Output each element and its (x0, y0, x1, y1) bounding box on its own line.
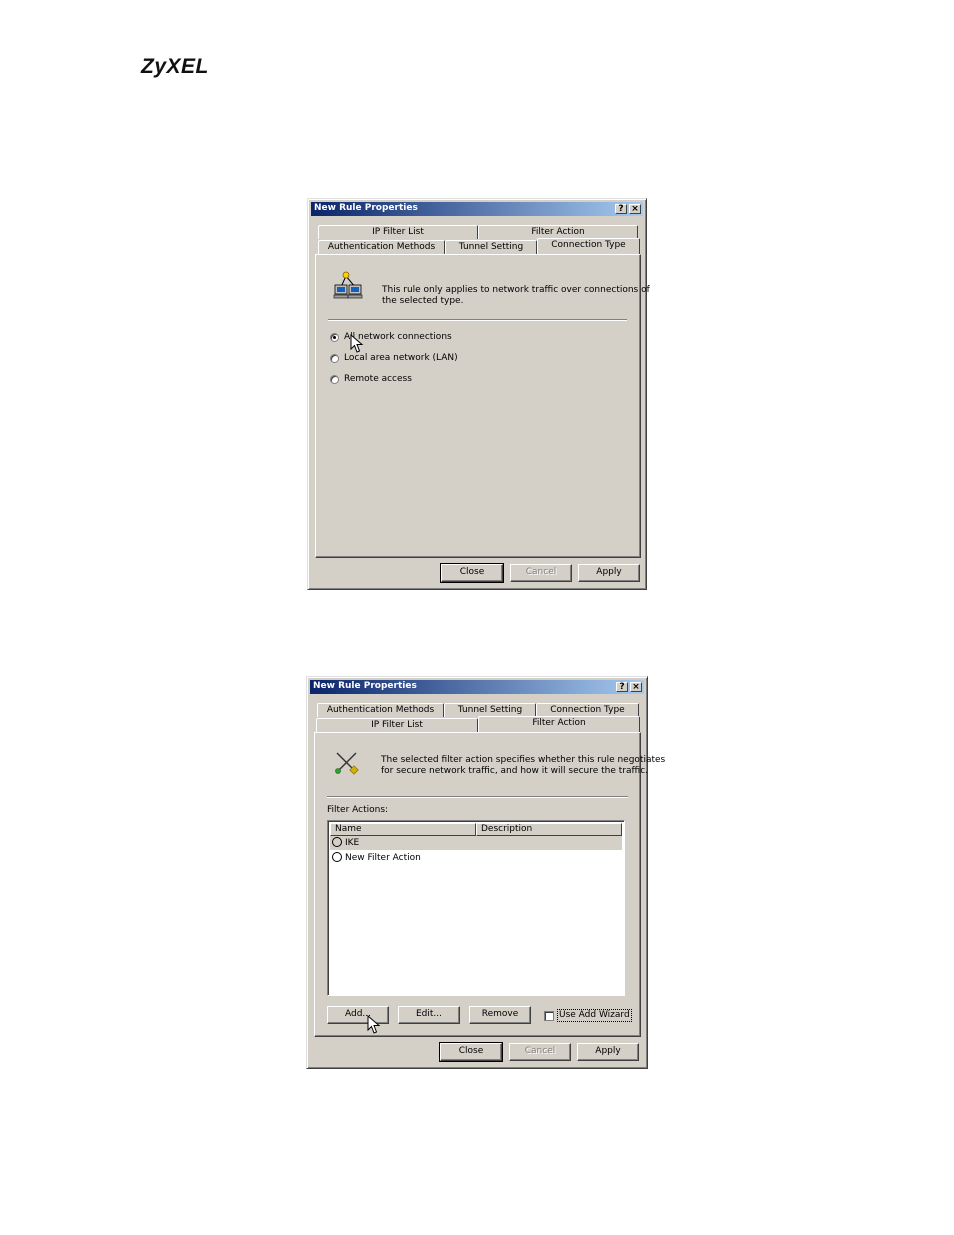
close-icon[interactable]: × (629, 204, 641, 214)
dialog-filter-action: New Rule Properties ? × Authentication M… (306, 676, 665, 1069)
close-button[interactable]: Close (439, 1042, 503, 1062)
tab-connection-type[interactable]: Connection Type (537, 238, 640, 254)
apply-button[interactable]: Apply (578, 564, 640, 582)
separator (327, 796, 628, 798)
list-item-label: IKE (345, 838, 360, 848)
close-button[interactable]: Close (440, 563, 504, 583)
filter-action-icon (335, 752, 359, 775)
help-button[interactable]: ? (616, 682, 628, 692)
tab-authentication-methods[interactable]: Authentication Methods (318, 240, 445, 254)
description-text-line-2: for secure network traffic, and how it w… (381, 766, 649, 776)
dialog-connection-type: New Rule Properties ? × IP Filter List F… (307, 198, 650, 590)
list-item-label: New Filter Action (345, 853, 421, 863)
radio-local-area-network-label[interactable]: Local area network (LAN) (344, 353, 458, 364)
close-icon[interactable]: × (630, 682, 642, 692)
radio-ring-icon (332, 852, 342, 862)
edit-button[interactable]: Edit... (398, 1006, 460, 1024)
radio-ring-icon (332, 837, 342, 847)
separator (328, 319, 627, 321)
tab-ip-filter-list[interactable]: IP Filter List (316, 718, 478, 732)
apply-button[interactable]: Apply (577, 1043, 639, 1061)
radio-local-area-network[interactable] (330, 354, 339, 363)
tab-panel: This rule only applies to network traffi… (315, 254, 650, 558)
title-bar[interactable]: New Rule Properties ? × (311, 202, 643, 216)
mouse-pointer-icon (367, 1015, 381, 1034)
title-bar[interactable]: New Rule Properties ? × (310, 680, 644, 694)
tab-filter-action[interactable]: Filter Action (478, 225, 638, 239)
mouse-pointer-icon (350, 334, 364, 353)
radio-remote-access[interactable] (330, 375, 339, 384)
radio-remote-access-label[interactable]: Remote access (344, 374, 412, 385)
network-computers-icon (333, 271, 363, 299)
list-item-ike[interactable]: IKE (330, 836, 622, 850)
dialog-title: New Rule Properties (314, 203, 418, 213)
tab-ip-filter-list[interactable]: IP Filter List (318, 225, 478, 239)
tab-authentication-methods[interactable]: Authentication Methods (317, 703, 444, 717)
use-add-wizard-label[interactable]: Use Add Wizard (557, 1009, 632, 1022)
tab-filter-action[interactable]: Filter Action (478, 716, 640, 732)
help-button[interactable]: ? (615, 204, 627, 214)
tab-tunnel-setting[interactable]: Tunnel Setting (445, 240, 537, 254)
use-add-wizard-checkbox[interactable] (544, 1011, 554, 1021)
dialog-title: New Rule Properties (313, 681, 417, 691)
cancel-button[interactable]: Cancel (509, 1043, 571, 1061)
cancel-button[interactable]: Cancel (510, 564, 572, 582)
filter-actions-label: Filter Actions: (327, 805, 389, 815)
tab-connection-type[interactable]: Connection Type (536, 703, 639, 717)
description-text-line-1: The selected filter action specifies whe… (381, 755, 666, 765)
zyxel-logo: ZyXEL (141, 55, 209, 78)
filter-actions-list[interactable]: Name Description IKE New Filter Action (327, 820, 625, 996)
description-text-line-1: This rule only applies to network traffi… (382, 285, 650, 295)
column-header-name[interactable]: Name (330, 823, 476, 836)
tab-tunnel-setting[interactable]: Tunnel Setting (444, 703, 536, 717)
remove-button[interactable]: Remove (469, 1006, 531, 1024)
radio-all-network-connections[interactable] (330, 333, 339, 342)
tab-panel: The selected filter action specifies whe… (314, 732, 665, 1037)
column-header-description[interactable]: Description (476, 823, 622, 836)
list-item-new-filter-action[interactable]: New Filter Action (330, 851, 622, 865)
description-text-line-2: the selected type. (382, 296, 464, 306)
